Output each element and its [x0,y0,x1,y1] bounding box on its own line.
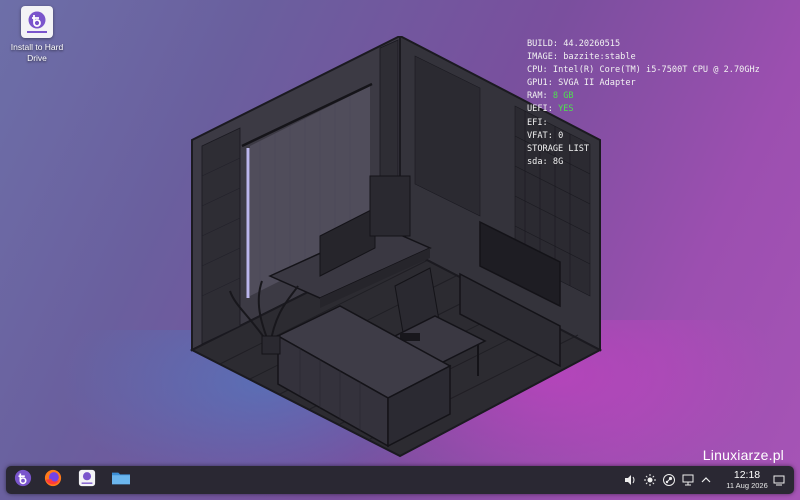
clock-date: 11 Aug 2026 [726,481,768,490]
sysinfo-gpu: GPU1: SVGA II Adapter [527,78,636,89]
brightness-icon [644,471,656,490]
sysinfo-storage-heading: STORAGE LIST [527,143,590,154]
application-launcher-button[interactable] [12,469,34,491]
sysinfo-efi: EFI: [527,117,548,128]
network-icon [682,471,694,490]
bazzite-installer-icon [21,6,53,38]
folder-icon [111,469,131,491]
volume-tray-button[interactable] [623,473,637,487]
bazzite-logo-icon [14,469,32,491]
network-tray-button[interactable] [681,473,695,487]
watermark: Linuxiarze.pl [702,447,784,463]
sysinfo-image: IMAGE: bazzite:stable [527,52,636,63]
show-desktop-button[interactable] [772,473,786,487]
clock-time: 12:18 [733,469,761,481]
show-desktop-icon [773,471,785,490]
system-info-overlay: BUILD: 44.20260515 IMAGE: bazzite:stable C… [527,38,760,169]
expand-tray-button[interactable] [699,473,713,487]
desktop-icon-install[interactable]: Install to Hard Drive [6,6,68,64]
sysinfo-sda: sda: 8G [527,156,564,167]
file-manager-button[interactable] [110,469,132,491]
installer-icon [78,469,96,491]
sysinfo-vfat: VFAT: 0 [527,130,564,141]
speaker-icon [624,471,636,490]
brightness-tray-button[interactable] [643,473,657,487]
sysinfo-uefi: UEFI: YES [527,104,574,115]
firefox-button[interactable] [42,469,64,491]
steam-icon [663,471,675,490]
clock[interactable]: 12:18 11 Aug 2026 [720,469,774,491]
taskbar: 12:18 11 Aug 2026 [6,466,794,494]
firefox-icon [44,469,62,491]
sysinfo-ram: RAM: 8 GB [527,91,574,102]
steam-tray-button[interactable] [662,473,676,487]
installer-button[interactable] [76,469,98,491]
desktop-icon-label: Install to Hard Drive [10,42,64,63]
chevron-up-icon [700,471,712,490]
sysinfo-build: BUILD: 44.20260515 [527,39,621,49]
sysinfo-cpu: CPU: Intel(R) Core(TM) i5-7500T CPU @ 2.… [527,65,760,76]
